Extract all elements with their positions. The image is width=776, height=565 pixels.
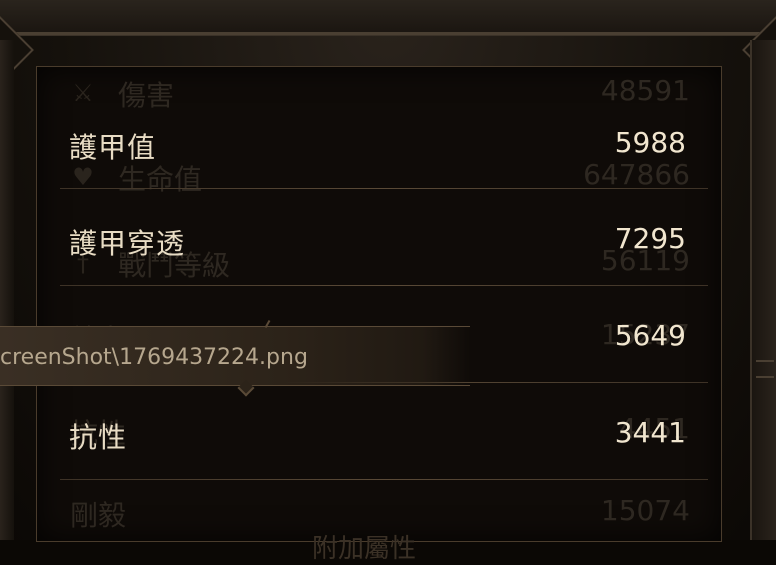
rail-notch xyxy=(756,360,774,378)
stat-value: 5988 xyxy=(614,126,686,159)
tooltip-text: creenShot\1769437224.png xyxy=(0,345,308,370)
row-divider xyxy=(60,285,708,286)
stat-label: 護甲穿透 xyxy=(69,227,186,260)
stat-row-resistance: 抗性 3441 xyxy=(36,388,708,484)
background-stat-label: 剛毅 xyxy=(70,499,127,532)
stat-value: 7295 xyxy=(614,222,686,255)
file-path-tooltip: creenShot\1769437224.png xyxy=(0,326,470,386)
stat-row-armor: 護甲值 5988 xyxy=(36,98,708,194)
left-frame-rail xyxy=(0,40,14,540)
bonus-attributes-heading: 附加屬性 xyxy=(312,534,417,564)
background-stat-value: 15074 xyxy=(600,494,690,527)
stat-row-armor-penetration: 護甲穿透 7295 xyxy=(36,194,708,290)
right-frame-rail xyxy=(750,40,776,540)
row-divider xyxy=(60,188,708,189)
frame-top-band xyxy=(0,0,776,36)
row-divider xyxy=(60,479,708,480)
stat-value: 5649 xyxy=(614,319,686,352)
stat-value: 3441 xyxy=(614,416,686,449)
stat-label: 護甲值 xyxy=(69,131,157,164)
stat-label: 抗性 xyxy=(69,421,128,454)
frame-top-line xyxy=(0,32,776,35)
